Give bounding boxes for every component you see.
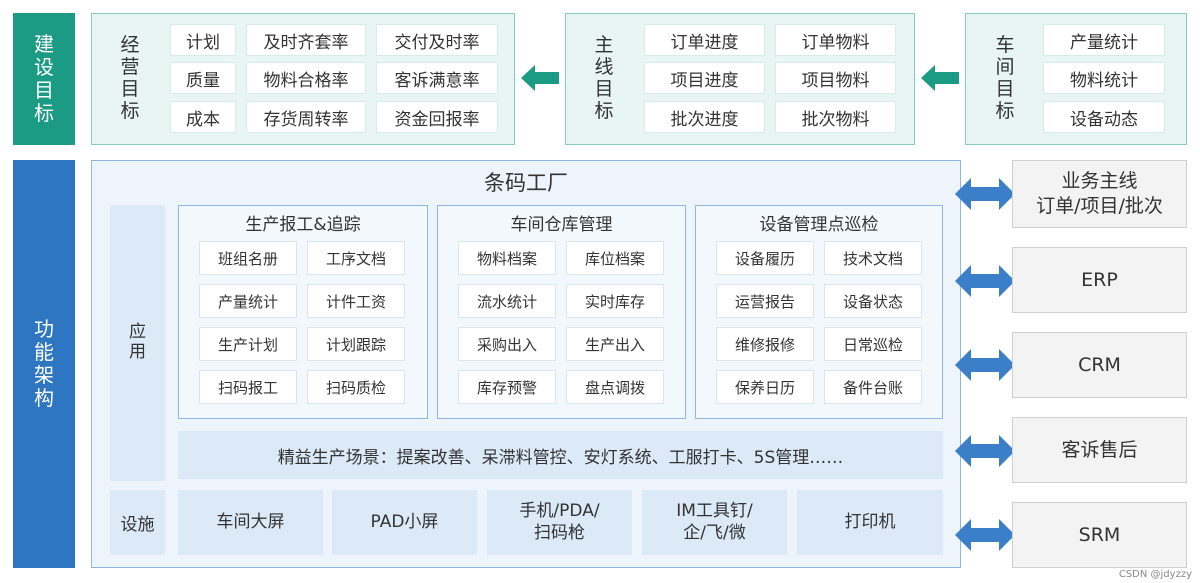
module-cell: 物料档案 xyxy=(458,241,556,275)
business-goal-cell: 计划 xyxy=(170,24,236,56)
mainline-goal-cell: 订单物料 xyxy=(775,24,896,56)
business-goal-cell: 资金回报率 xyxy=(376,101,498,133)
system-erp: ERP xyxy=(1012,247,1187,313)
facility-label: 设施 xyxy=(110,490,165,555)
module-cell: 产量统计 xyxy=(199,284,297,318)
module-cell: 设备状态 xyxy=(824,284,922,318)
mainline-goals-label: 主 线 目 标 xyxy=(594,34,614,122)
business-goal-cell: 交付及时率 xyxy=(376,24,498,56)
module-cell: 日常巡检 xyxy=(824,327,922,361)
system-crm: CRM xyxy=(1012,332,1187,398)
mainline-goal-cell: 项目进度 xyxy=(644,62,765,94)
arrow-left-icon xyxy=(921,65,959,91)
business-goal-cell: 物料合格率 xyxy=(246,62,366,94)
facility-im-tools: IM工具钉/ 企/飞/微 xyxy=(642,490,787,555)
application-label: 应 用 xyxy=(110,205,165,481)
module-cell: 盘点调拨 xyxy=(566,370,664,404)
double-arrow-icon xyxy=(955,349,1015,381)
business-goals-label: 经 营 目 标 xyxy=(120,34,140,122)
facility-mobile-pda-scanner: 手机/PDA/ 扫码枪 xyxy=(487,490,632,555)
module-cell: 流水统计 xyxy=(458,284,556,318)
workshop-goal-cell: 产量统计 xyxy=(1043,24,1165,56)
module-title: 设备管理点巡检 xyxy=(759,215,879,235)
module-cell: 生产出入 xyxy=(566,327,664,361)
mainline-goal-cell: 订单进度 xyxy=(644,24,765,56)
module-cell: 库存预警 xyxy=(458,370,556,404)
business-goal-cell: 及时齐套率 xyxy=(246,24,366,56)
module-cell: 计件工资 xyxy=(307,284,405,318)
module-cell: 工序文档 xyxy=(307,241,405,275)
mainline-goal-cell: 批次物料 xyxy=(775,101,896,133)
double-arrow-icon xyxy=(955,265,1015,297)
module-cell: 维修报修 xyxy=(716,327,814,361)
business-goal-cell: 客诉满意率 xyxy=(376,62,498,94)
double-arrow-icon xyxy=(955,519,1015,551)
mainline-goal-cell: 项目物料 xyxy=(775,62,896,94)
system-srm: SRM xyxy=(1012,502,1187,568)
facility-printer: 打印机 xyxy=(797,490,943,555)
facility-workshop-screen: 车间大屏 xyxy=(178,490,323,555)
module-cell: 采购出入 xyxy=(458,327,556,361)
module-title: 生产报工&追踪 xyxy=(245,215,361,235)
workshop-goal-cell: 设备动态 xyxy=(1043,101,1165,133)
module-cell: 实时库存 xyxy=(566,284,664,318)
category-function-architecture: 功 能 架 构 xyxy=(13,160,75,568)
lean-production-scene-bar: 精益生产场景：提案改善、呆滞料管控、安灯系统、工服打卡、5S管理…… xyxy=(178,431,943,479)
business-goal-cell: 成本 xyxy=(170,101,236,133)
module-cell: 扫码报工 xyxy=(199,370,297,404)
workshop-goal-cell: 物料统计 xyxy=(1043,62,1165,94)
facility-pad-screen: PAD小屏 xyxy=(332,490,477,555)
module-title: 车间仓库管理 xyxy=(510,215,613,235)
business-goal-cell: 质量 xyxy=(170,62,236,94)
double-arrow-icon xyxy=(955,435,1015,467)
module-cell: 运营报告 xyxy=(716,284,814,318)
module-cell: 班组名册 xyxy=(199,241,297,275)
system-after-sales: 客诉售后 xyxy=(1012,417,1187,483)
module-cell: 技术文档 xyxy=(824,241,922,275)
module-cell: 生产计划 xyxy=(199,327,297,361)
watermark: CSDN @jdyzzy xyxy=(1118,569,1192,580)
system-business-mainline: 业务主线 订单/项目/批次 xyxy=(1012,160,1187,228)
mainline-goal-cell: 批次进度 xyxy=(644,101,765,133)
double-arrow-icon xyxy=(955,178,1015,210)
module-cell: 库位档案 xyxy=(566,241,664,275)
module-cell: 保养日历 xyxy=(716,370,814,404)
category-build-goals: 建 设 目 标 xyxy=(13,13,75,145)
barcode-factory-title: 条码工厂 xyxy=(484,171,568,195)
module-cell: 计划跟踪 xyxy=(307,327,405,361)
module-cell: 设备履历 xyxy=(716,241,814,275)
workshop-goals-label: 车 间 目 标 xyxy=(995,34,1015,122)
module-cell: 备件台账 xyxy=(824,370,922,404)
module-cell: 扫码质检 xyxy=(307,370,405,404)
business-goal-cell: 存货周转率 xyxy=(246,101,366,133)
arrow-left-icon xyxy=(521,65,559,91)
